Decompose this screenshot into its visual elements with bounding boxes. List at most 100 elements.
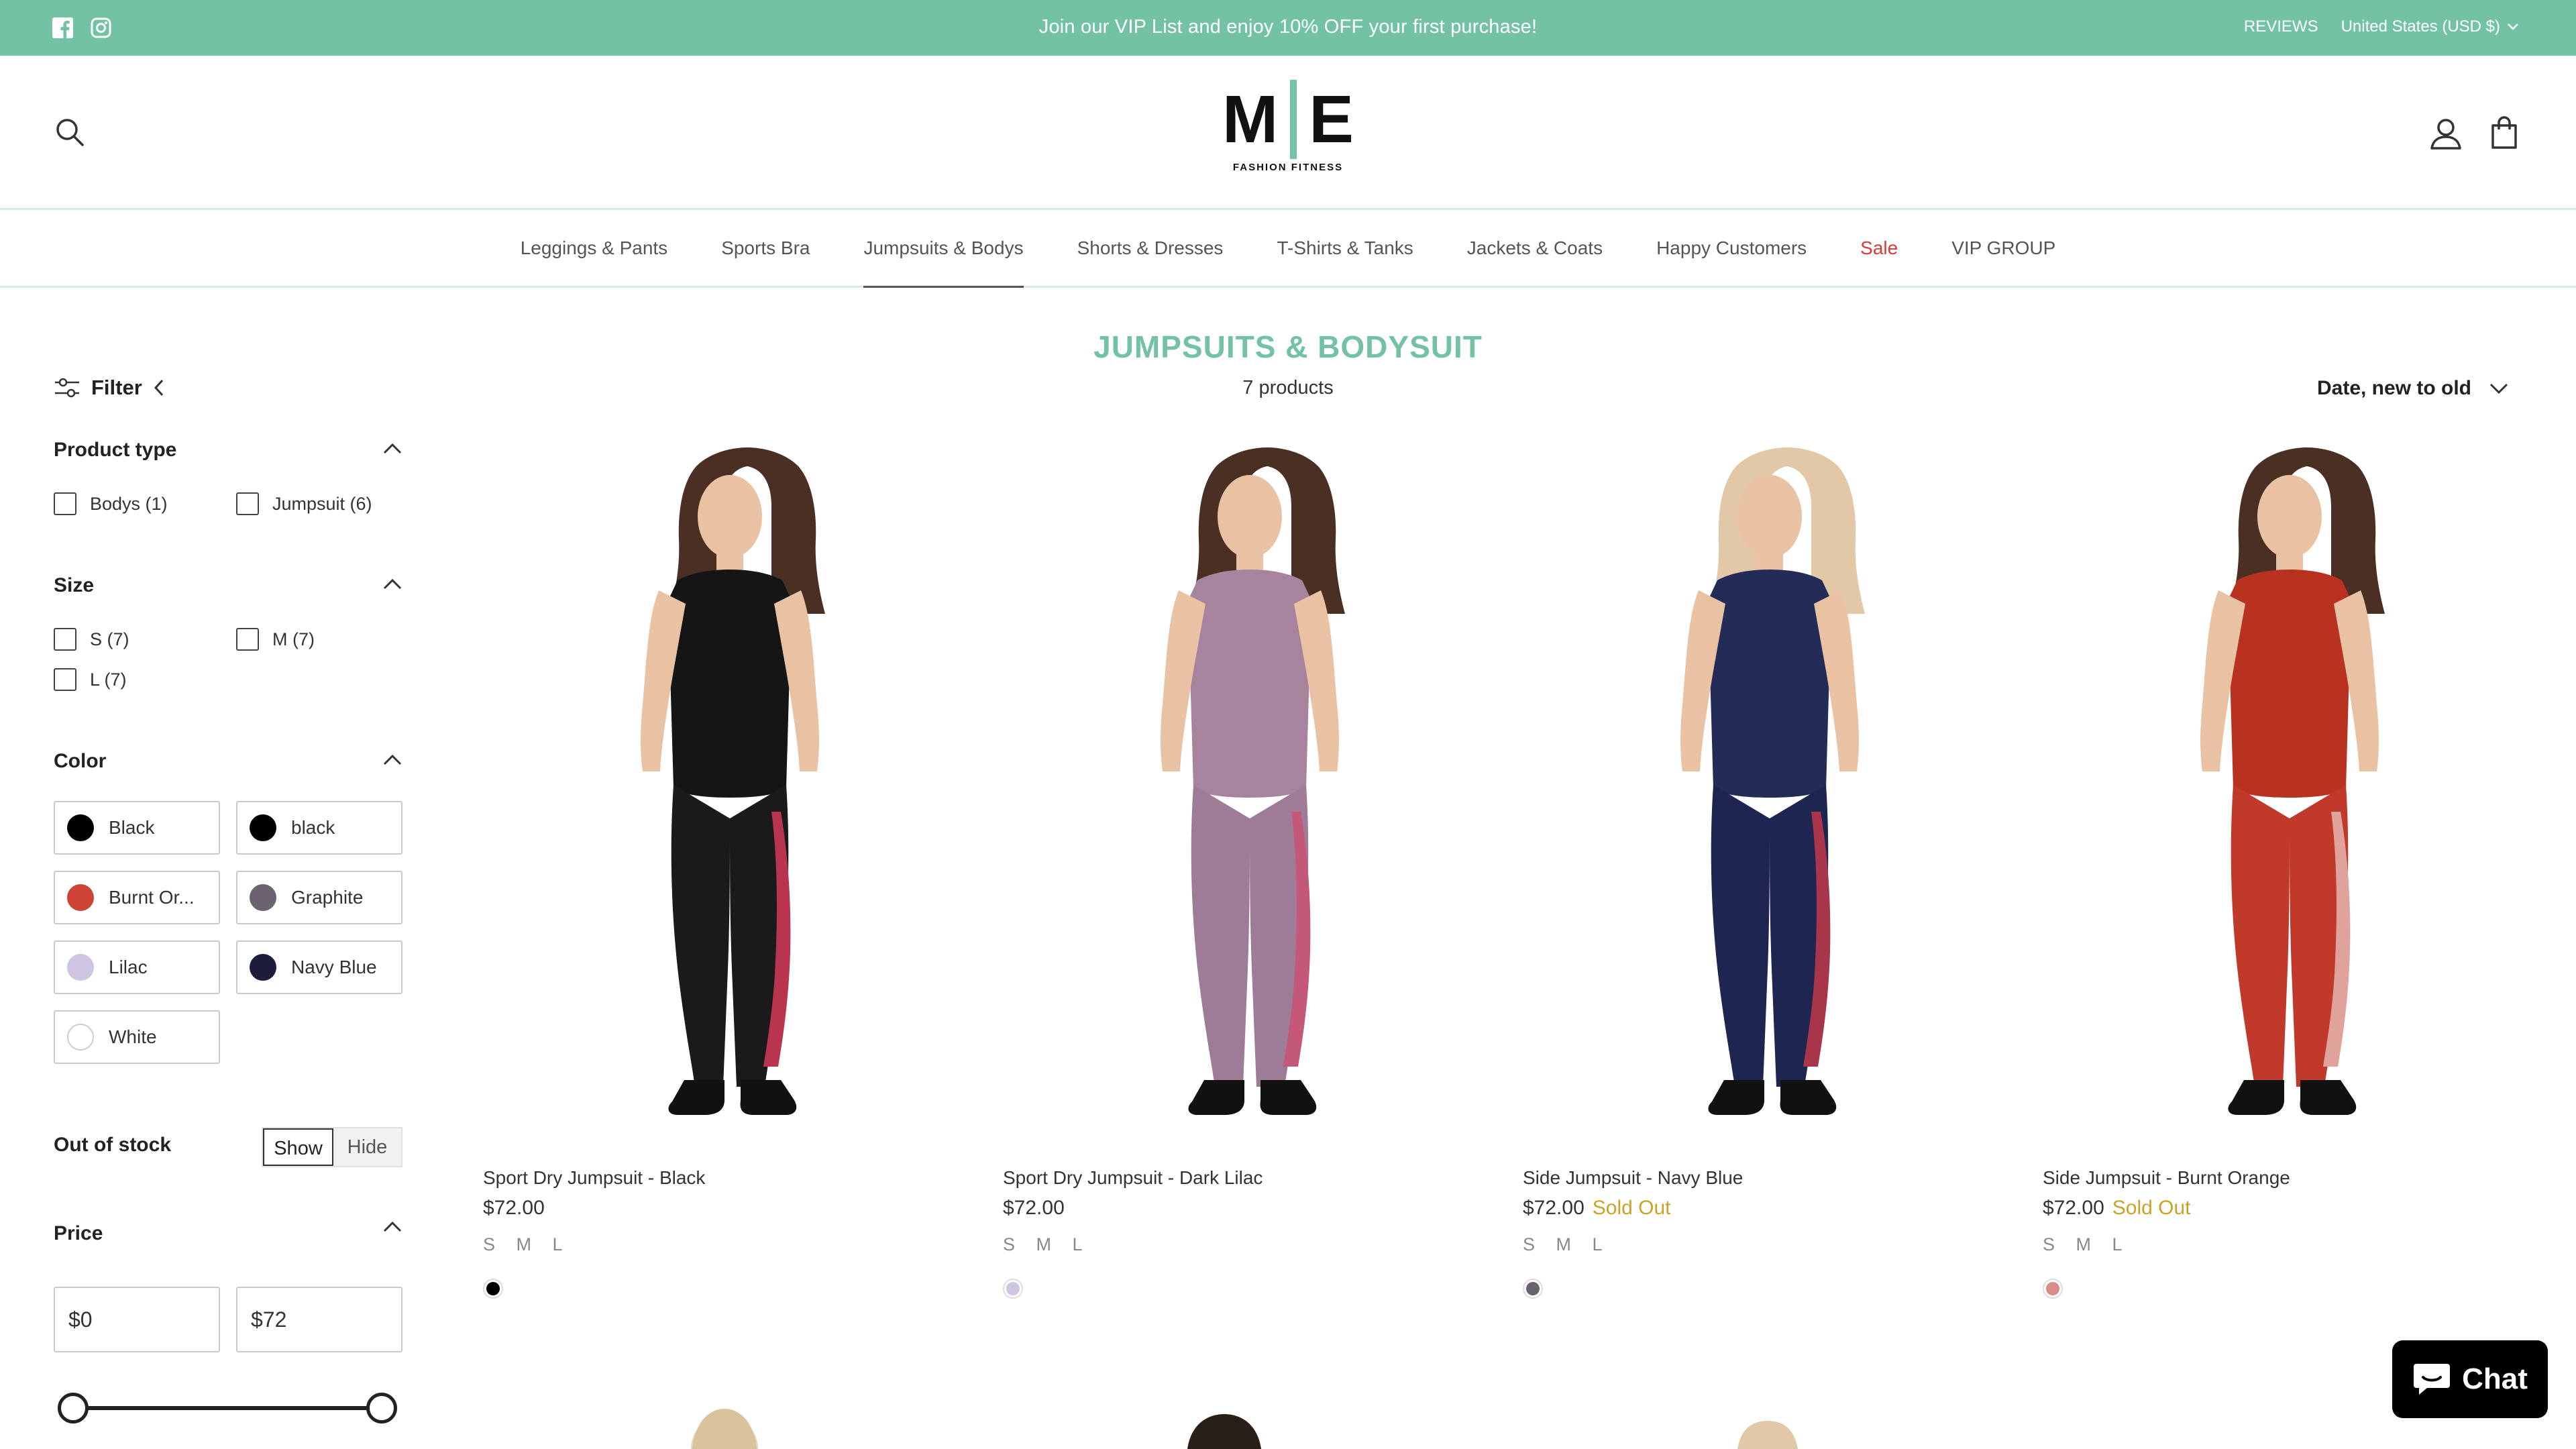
product-image[interactable] bbox=[2043, 436, 2536, 1140]
hide-option[interactable]: Hide bbox=[333, 1128, 401, 1166]
price-slider-min-handle[interactable] bbox=[58, 1393, 89, 1424]
account-icon[interactable] bbox=[2428, 116, 2463, 151]
color-filter-option[interactable]: black bbox=[236, 801, 402, 855]
color-option-label: Burnt Or... bbox=[109, 887, 195, 908]
product-card[interactable]: Side Jumpsuit - Navy Blue $72.00 Sold Out S… bbox=[1523, 436, 2017, 1299]
product-image[interactable] bbox=[1523, 436, 2017, 1140]
product-price-row: $72.00 bbox=[1003, 1197, 1065, 1220]
product-image-partial[interactable] bbox=[1731, 1415, 1805, 1449]
product-color-swatch[interactable] bbox=[1003, 1279, 1023, 1299]
product-image-partial[interactable] bbox=[1181, 1409, 1268, 1449]
out-of-stock-toggle[interactable]: Show Hide bbox=[262, 1127, 402, 1167]
checkbox-label: L (7) bbox=[90, 669, 127, 690]
chevron-up-icon[interactable] bbox=[382, 754, 402, 766]
chat-label: Chat bbox=[2462, 1362, 2528, 1395]
product-count: 7 products bbox=[1242, 377, 1334, 398]
nav-item-vip-group[interactable]: VIP GROUP bbox=[1951, 237, 2055, 288]
nav-item-jackets[interactable]: Jackets & Coats bbox=[1467, 237, 1603, 288]
price-slider-max-handle[interactable] bbox=[366, 1393, 397, 1424]
logo-divider bbox=[1290, 80, 1297, 159]
product-type-title[interactable]: Product type bbox=[54, 439, 176, 462]
product-price: $72.00 bbox=[1003, 1197, 1065, 1219]
filter-size-l[interactable]: L (7) bbox=[54, 668, 127, 691]
price-min-value: 0 bbox=[80, 1307, 93, 1332]
currency-symbol: $ bbox=[251, 1307, 263, 1332]
filter-type-jumpsuit[interactable]: Jumpsuit (6) bbox=[236, 492, 372, 515]
color-filter-option[interactable]: Graphite bbox=[236, 871, 402, 924]
announcement-message[interactable]: Join our VIP List and enjoy 10% OFF your… bbox=[0, 16, 2576, 38]
checkbox[interactable] bbox=[236, 628, 259, 651]
filter-size-m[interactable]: M (7) bbox=[236, 628, 315, 651]
product-card[interactable]: Sport Dry Jumpsuit - Dark Lilac $72.00 S M… bbox=[1003, 436, 1497, 1299]
checkbox[interactable] bbox=[54, 668, 76, 691]
price-slider-track[interactable] bbox=[72, 1406, 381, 1410]
chevron-up-icon[interactable] bbox=[382, 1221, 402, 1233]
product-name[interactable]: Side Jumpsuit - Navy Blue bbox=[1523, 1167, 1743, 1189]
swatch-fill bbox=[1526, 1282, 1540, 1295]
checkbox[interactable] bbox=[54, 492, 76, 515]
product-color-swatch[interactable] bbox=[1523, 1279, 1543, 1299]
product-price-row: $72.00 Sold Out bbox=[2043, 1197, 2191, 1220]
checkbox[interactable] bbox=[54, 628, 76, 651]
product-color-swatch[interactable] bbox=[2043, 1279, 2063, 1299]
color-swatch-dot bbox=[250, 814, 276, 841]
nav-item-happy-customers[interactable]: Happy Customers bbox=[1656, 237, 1807, 288]
announcement-bar: Join our VIP List and enjoy 10% OFF your… bbox=[0, 0, 2576, 56]
swatch-fill bbox=[2046, 1282, 2059, 1295]
product-card[interactable]: Side Jumpsuit - Burnt Orange $72.00 Sold O… bbox=[2043, 436, 2536, 1299]
chevron-up-icon[interactable] bbox=[382, 578, 402, 590]
site-header: M E FASHION FITNESS bbox=[0, 56, 2576, 210]
product-price-row: $72.00 Sold Out bbox=[1523, 1197, 1671, 1220]
color-filter-option[interactable]: Lilac bbox=[54, 941, 220, 994]
color-filter-option[interactable]: Black bbox=[54, 801, 220, 855]
checkbox[interactable] bbox=[236, 492, 259, 515]
product-image-partial[interactable] bbox=[684, 1399, 765, 1449]
size-title[interactable]: Size bbox=[54, 574, 94, 597]
checkbox-label: M (7) bbox=[272, 629, 315, 649]
price-min-input[interactable]: $0 bbox=[54, 1287, 220, 1352]
show-option[interactable]: Show bbox=[263, 1128, 333, 1166]
main-nav: Leggings & Pants Sports Bra Jumpsuits & … bbox=[0, 210, 2576, 288]
filter-size-s[interactable]: S (7) bbox=[54, 628, 129, 651]
product-price-row: $72.00 bbox=[483, 1197, 545, 1220]
sort-dropdown[interactable]: Date, new to old bbox=[2317, 377, 2509, 400]
site-logo[interactable]: M E FASHION FITNESS bbox=[1214, 80, 1362, 183]
color-title[interactable]: Color bbox=[54, 750, 106, 773]
product-name[interactable]: Side Jumpsuit - Burnt Orange bbox=[2043, 1167, 2290, 1189]
nav-item-jumpsuits[interactable]: Jumpsuits & Bodys bbox=[863, 237, 1024, 288]
cart-icon[interactable] bbox=[2487, 115, 2521, 150]
product-price: $72.00 bbox=[1523, 1197, 1585, 1219]
nav-item-sale[interactable]: Sale bbox=[1860, 237, 1898, 288]
color-option-label: Black bbox=[109, 817, 155, 838]
product-image[interactable] bbox=[483, 436, 977, 1140]
color-swatch-dot bbox=[67, 814, 94, 841]
nav-item-leggings[interactable]: Leggings & Pants bbox=[521, 237, 668, 288]
product-image[interactable] bbox=[1003, 436, 1497, 1140]
color-swatch-dot bbox=[250, 884, 276, 911]
chevron-down-icon bbox=[2489, 383, 2508, 394]
color-option-label: White bbox=[109, 1026, 157, 1047]
color-option-label: Graphite bbox=[291, 887, 364, 908]
product-card[interactable]: Sport Dry Jumpsuit - Black $72.00 S M L bbox=[483, 436, 977, 1299]
nav-item-shorts[interactable]: Shorts & Dresses bbox=[1077, 237, 1224, 288]
color-swatch-dot bbox=[67, 884, 94, 911]
checkbox-label: Jumpsuit (6) bbox=[272, 493, 372, 514]
out-of-stock-title: Out of stock bbox=[54, 1134, 172, 1156]
chevron-up-icon[interactable] bbox=[382, 443, 402, 455]
nav-item-tshirts[interactable]: T-Shirts & Tanks bbox=[1277, 237, 1413, 288]
price-max-input[interactable]: $72 bbox=[236, 1287, 402, 1352]
reviews-link[interactable]: REVIEWS bbox=[2244, 17, 2318, 36]
filter-type-bodys[interactable]: Bodys (1) bbox=[54, 492, 168, 515]
product-name[interactable]: Sport Dry Jumpsuit - Black bbox=[483, 1167, 705, 1189]
search-icon[interactable] bbox=[54, 116, 86, 148]
currency-selector[interactable]: United States (USD $) bbox=[2341, 17, 2519, 36]
color-swatch-dot bbox=[67, 954, 94, 981]
color-filter-option[interactable]: Burnt Or... bbox=[54, 871, 220, 924]
color-filter-option[interactable]: Navy Blue bbox=[236, 941, 402, 994]
nav-item-sports-bra[interactable]: Sports Bra bbox=[721, 237, 810, 288]
price-title[interactable]: Price bbox=[54, 1222, 103, 1245]
color-filter-option[interactable]: White bbox=[54, 1010, 220, 1064]
chat-button[interactable]: Chat bbox=[2392, 1340, 2548, 1418]
product-name[interactable]: Sport Dry Jumpsuit - Dark Lilac bbox=[1003, 1167, 1263, 1189]
product-color-swatch[interactable] bbox=[483, 1279, 503, 1299]
